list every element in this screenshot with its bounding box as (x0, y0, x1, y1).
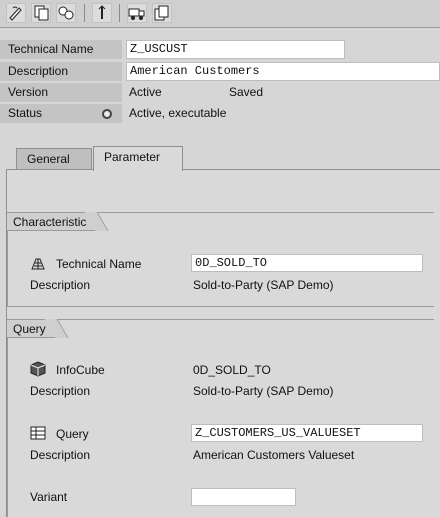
infocube-label: InfoCube (56, 363, 105, 377)
header-section: Technical Name Z_USCUST Description Amer… (0, 38, 440, 130)
application-toolbar (0, 0, 440, 28)
edit-icon[interactable] (6, 3, 26, 23)
version-saved-status: Saved (229, 85, 264, 99)
version-label: Version (0, 83, 122, 102)
activate-icon[interactable] (56, 3, 76, 23)
query-table-icon (30, 425, 46, 441)
tab-general[interactable]: General (16, 148, 92, 170)
query-description-label: Description (30, 448, 91, 462)
characteristic-group: Characteristic Technical Name 0D_SOLD_TO… (7, 212, 434, 307)
copy-icon[interactable] (31, 3, 51, 23)
status-indicator-icon (102, 109, 112, 119)
technical-name-label: Technical Name (0, 40, 122, 59)
check-icon[interactable] (92, 3, 112, 23)
infocube-description-label: Description (30, 384, 91, 398)
technical-name-field[interactable]: Z_USCUST (126, 40, 345, 59)
characteristic-group-title: Characteristic (7, 212, 98, 231)
characteristic-description-label: Description (30, 278, 91, 292)
other-object-icon[interactable] (152, 3, 172, 23)
query-group-title: Query (7, 319, 57, 338)
transport-icon[interactable] (127, 3, 147, 23)
query-group: Query InfoCube 0D_SOLD_TO Description So… (7, 319, 434, 517)
query-field[interactable]: Z_CUSTOMERS_US_VALUESET (191, 424, 423, 442)
infocube-value: 0D_SOLD_TO (193, 363, 271, 377)
variant-label: Variant (30, 490, 68, 504)
query-description-value: American Customers Valueset (193, 448, 355, 462)
tab-parameter[interactable]: Parameter (93, 146, 183, 171)
query-label: Query (56, 427, 89, 441)
characteristic-description-value: Sold-to-Party (SAP Demo) (193, 278, 334, 292)
variant-field[interactable] (191, 488, 296, 506)
infocube-description-value: Sold-to-Party (SAP Demo) (193, 384, 334, 398)
infocube-icon (30, 361, 46, 377)
characteristic-technical-name-field[interactable]: 0D_SOLD_TO (191, 254, 423, 272)
tab-strip: General Parameter (0, 146, 440, 171)
description-field[interactable]: American Customers (126, 62, 440, 81)
status-value: Active, executable (129, 106, 227, 120)
description-label: Description (0, 62, 122, 81)
characteristic-icon (30, 255, 46, 271)
characteristic-technical-name-label: Technical Name (56, 257, 142, 271)
version-value: Active (129, 85, 162, 99)
